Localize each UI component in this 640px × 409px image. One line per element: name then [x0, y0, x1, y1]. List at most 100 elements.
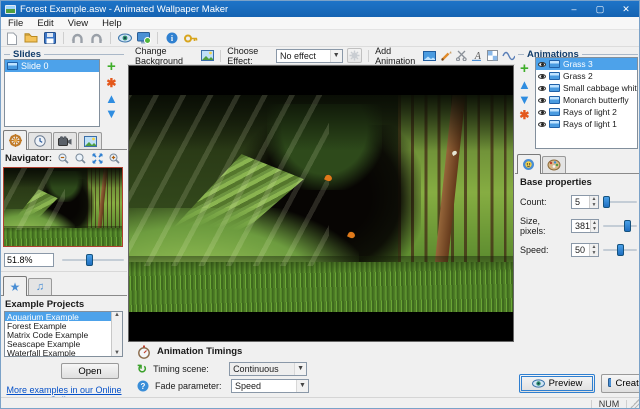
- menu-help[interactable]: Help: [95, 18, 129, 29]
- tab-base-properties[interactable]: [517, 154, 541, 174]
- new-project-icon[interactable]: [4, 31, 19, 45]
- zoom-100-icon[interactable]: [75, 153, 86, 164]
- fade-parameter-select[interactable]: Speed▼: [231, 379, 309, 393]
- project-item[interactable]: Waterfall Example: [5, 348, 111, 356]
- scroll-up-icon[interactable]: ▲: [114, 312, 120, 318]
- tab-timing[interactable]: [28, 132, 52, 149]
- change-background-icon[interactable]: [201, 50, 214, 61]
- animations-list[interactable]: Grass 3 Grass 2 Small cabbage white Mona…: [535, 57, 638, 149]
- spin-down-icon[interactable]: ▼: [590, 202, 598, 208]
- open-project-icon[interactable]: [23, 31, 38, 45]
- visibility-eye-icon[interactable]: [538, 110, 546, 115]
- speed-spinner[interactable]: 50▲▼: [571, 243, 599, 257]
- animation-item[interactable]: Small cabbage white: [536, 82, 637, 94]
- delete-slide-button[interactable]: ✱: [106, 77, 116, 89]
- app-window: Forest Example.asw - Animated Wallpaper …: [0, 0, 640, 409]
- animation-item[interactable]: Rays of light 1: [536, 118, 637, 130]
- animation-item[interactable]: Rays of light 2: [536, 106, 637, 118]
- add-animation-label: Add Animation: [375, 46, 419, 66]
- navigator-thumbnail[interactable]: [3, 167, 123, 247]
- resize-grip[interactable]: [629, 399, 639, 409]
- projects-scrollbar[interactable]: ▲▼: [111, 312, 122, 356]
- add-animation-button[interactable]: +: [520, 63, 529, 75]
- wallpaper-preview[interactable]: [129, 95, 513, 312]
- animation-timings-section: Animation Timings ↻ Timing scene: Contin…: [127, 343, 515, 397]
- count-spinner[interactable]: 5▲▼: [571, 195, 599, 209]
- spin-down-icon[interactable]: ▼: [591, 226, 598, 232]
- size-spinner[interactable]: 381▲▼: [571, 219, 599, 233]
- titlebar: Forest Example.asw - Animated Wallpaper …: [1, 1, 639, 17]
- visibility-eye-icon[interactable]: [538, 86, 546, 91]
- count-slider[interactable]: [603, 196, 637, 208]
- move-animation-down-button[interactable]: ▼: [518, 94, 531, 105]
- tab-color-properties[interactable]: [542, 156, 566, 173]
- menu-file[interactable]: File: [1, 18, 30, 29]
- size-label: Size, pixels:: [520, 216, 567, 236]
- add-cutout-animation-icon[interactable]: [456, 49, 467, 63]
- zoom-in-icon[interactable]: [109, 153, 120, 164]
- fade-parameter-label: Fade parameter:: [155, 381, 225, 391]
- tab-video[interactable]: [53, 132, 77, 149]
- move-animation-up-button[interactable]: ▲: [518, 79, 531, 90]
- save-project-icon[interactable]: [42, 31, 57, 45]
- maximize-button[interactable]: ▢: [587, 1, 613, 17]
- zoom-out-icon[interactable]: [58, 153, 69, 164]
- zoom-slider[interactable]: [62, 254, 124, 266]
- base-properties-header: Base properties: [520, 177, 592, 188]
- effect-settings-button[interactable]: [347, 48, 363, 63]
- add-text-animation-icon[interactable]: A: [471, 49, 482, 63]
- visibility-eye-icon[interactable]: [538, 98, 546, 103]
- tab-example-projects[interactable]: ★: [3, 276, 27, 296]
- slide-list-item[interactable]: Slide 0: [5, 60, 99, 72]
- about-info-icon[interactable]: i: [164, 31, 179, 45]
- redo-icon[interactable]: [89, 31, 104, 45]
- star-icon: ★: [10, 280, 21, 294]
- visibility-eye-icon[interactable]: [538, 62, 546, 67]
- visibility-eye-icon[interactable]: [538, 74, 546, 79]
- preview-button[interactable]: Preview: [519, 374, 595, 393]
- move-slide-down-button[interactable]: ▼: [105, 108, 118, 119]
- menu-view[interactable]: View: [61, 18, 95, 29]
- timing-scene-select[interactable]: Continuous▼: [229, 362, 307, 376]
- property-row-size: Size, pixels: 381▲▼: [520, 216, 637, 236]
- create-button[interactable]: Create: [601, 374, 640, 393]
- preview-icon[interactable]: [117, 31, 132, 45]
- change-background-button[interactable]: Change Background: [135, 46, 197, 66]
- add-image-animation-icon[interactable]: [423, 49, 436, 63]
- tab-music[interactable]: ♫: [28, 278, 52, 295]
- add-slide-button[interactable]: +: [107, 61, 116, 73]
- register-key-icon[interactable]: [183, 31, 198, 45]
- slide-label: Slide 0: [21, 61, 49, 71]
- music-note-icon: ♫: [36, 281, 44, 293]
- minimize-button[interactable]: –: [561, 1, 587, 17]
- visibility-eye-icon[interactable]: [538, 122, 546, 127]
- speed-slider[interactable]: [603, 244, 637, 256]
- create-wallpaper-icon[interactable]: [136, 31, 151, 45]
- slides-list[interactable]: Slide 0: [4, 59, 100, 127]
- scroll-down-icon[interactable]: ▼: [114, 350, 120, 356]
- size-slider[interactable]: [603, 220, 637, 232]
- close-button[interactable]: ✕: [613, 1, 639, 17]
- wallpaper-canvas[interactable]: [128, 65, 514, 342]
- animation-item[interactable]: Monarch butterfly: [536, 94, 637, 106]
- delete-animation-button[interactable]: ✱: [519, 109, 529, 121]
- open-project-button[interactable]: Open: [61, 363, 119, 379]
- spin-down-icon[interactable]: ▼: [590, 250, 598, 256]
- eye-icon: [532, 379, 545, 388]
- tab-background[interactable]: [3, 130, 27, 150]
- animation-thumb-icon: [549, 120, 560, 128]
- animation-item[interactable]: Grass 2: [536, 70, 637, 82]
- count-label: Count:: [520, 197, 567, 207]
- effect-select[interactable]: No effect▼: [276, 49, 343, 63]
- move-slide-up-button[interactable]: ▲: [105, 93, 118, 104]
- fit-to-window-icon[interactable]: [92, 153, 103, 164]
- tab-image[interactable]: [78, 132, 102, 149]
- zoom-value-input[interactable]: [4, 253, 54, 267]
- undo-icon[interactable]: [70, 31, 85, 45]
- add-mosaic-animation-icon[interactable]: [487, 49, 498, 63]
- example-projects-list[interactable]: Aquarium Example Forest Example Matrix C…: [4, 311, 123, 357]
- animation-item[interactable]: Grass 3: [536, 58, 637, 70]
- menu-edit[interactable]: Edit: [30, 18, 60, 29]
- add-brush-animation-icon[interactable]: [440, 49, 451, 63]
- add-wave-animation-icon[interactable]: [502, 49, 515, 63]
